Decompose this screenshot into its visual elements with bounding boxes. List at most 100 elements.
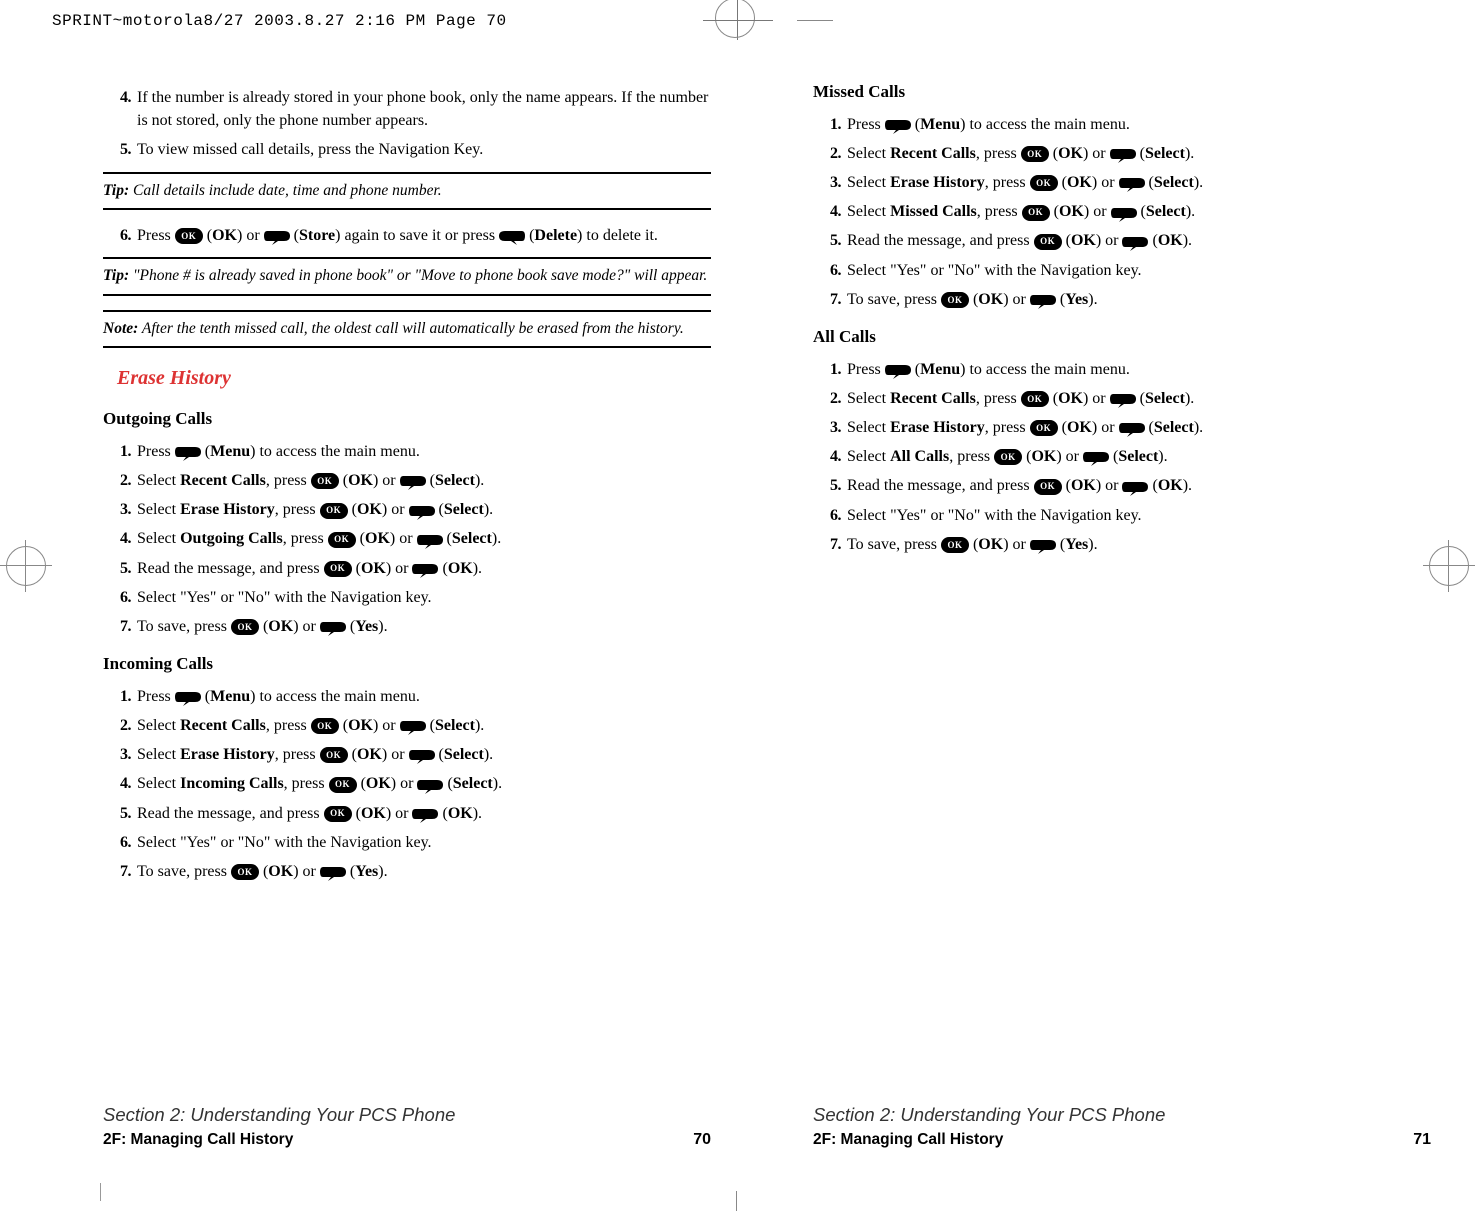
left-softkey-icon [400,472,426,490]
ok-icon: OK [324,561,352,577]
list-item: 3Select Erase History, press OK (OK) or … [103,743,711,766]
list-item: 1Press (Menu) to access the main menu. [813,358,1421,381]
steps-all: 1Press (Menu) to access the main menu. 2… [813,358,1421,556]
left-softkey-icon [409,502,435,520]
list-item: 5Read the message, and press OK (OK) or … [813,229,1421,252]
left-softkey-icon [1030,536,1056,554]
list-item: 6Select "Yes" or "No" with the Navigatio… [103,831,711,854]
ok-icon: OK [328,532,356,548]
left-softkey-icon [1119,419,1145,437]
tip-text: Call details include date, time and phon… [129,182,442,199]
list-item: 6Select "Yes" or "No" with the Navigatio… [103,586,711,609]
list-item: 2Select Recent Calls, press OK (OK) or (… [813,387,1421,410]
ok-icon: OK [311,718,339,734]
page-left: 4 If the number is already stored in you… [95,80,735,1151]
left-softkey-icon [1122,233,1148,251]
list-item: 2Select Recent Calls, press OK (OK) or (… [813,142,1421,165]
list-item: 7To save, press OK (OK) or (Yes). [103,860,711,883]
ok-icon: OK [941,537,969,553]
subhead-incoming: Incoming Calls [103,652,711,677]
step-text: If the number is already stored in your … [137,86,711,132]
list-item: 4Select Missed Calls, press OK (OK) or (… [813,200,1421,223]
page-footer: Section 2: Understanding Your PCS Phone … [813,1103,1431,1151]
page-number: 71 [1413,1129,1431,1151]
ok-icon: OK [941,292,969,308]
steps-outgoing: 1Press (Menu) to access the main menu. 2… [103,440,711,638]
register-mark-left [0,540,52,592]
steps-missed: 1Press (Menu) to access the main menu. 2… [813,113,1421,311]
left-softkey-icon [417,776,443,794]
list-item: 4Select Incoming Calls, press OK (OK) or… [103,772,711,795]
tip-label: Tip: [103,267,129,284]
ok-icon: OK [1021,391,1049,407]
list-item: 2Select Recent Calls, press OK (OK) or (… [103,714,711,737]
left-softkey-icon [1110,390,1136,408]
list-item: 5 To view missed call details, press the… [103,138,711,161]
list-item: 7To save, press OK (OK) or (Yes). [103,615,711,638]
list-item: 1Press (Menu) to access the main menu. [103,440,711,463]
left-softkey-icon [320,618,346,636]
ok-icon: OK [1034,234,1062,250]
footer-section: Section 2: Understanding Your PCS Phone [103,1103,455,1128]
left-softkey-icon [412,560,438,578]
tip-label: Tip: [103,182,129,199]
left-softkey-icon [1119,174,1145,192]
left-softkey-icon [400,717,426,735]
left-softkey-icon [320,863,346,881]
list-item: 6Select "Yes" or "No" with the Navigatio… [813,259,1421,282]
subhead-missed: Missed Calls [813,80,1421,105]
tip-block: Tip: Call details include date, time and… [103,172,711,210]
list-item: 4Select Outgoing Calls, press OK (OK) or… [103,527,711,550]
list-item: 3Select Erase History, press OK (OK) or … [813,171,1421,194]
list-item: 5Read the message, and press OK (OK) or … [103,557,711,580]
list-item: 5Read the message, and press OK (OK) or … [813,474,1421,497]
list-item: 3Select Erase History, press OK (OK) or … [103,498,711,521]
list-item: 2Select Recent Calls, press OK (OK) or (… [103,469,711,492]
left-softkey-icon [264,227,290,245]
footer-subsection: 2F: Managing Call History [813,1130,1165,1151]
list-item: 7To save, press OK (OK) or (Yes). [813,533,1421,556]
step-number: 4 [103,86,137,109]
list-item: 7To save, press OK (OK) or (Yes). [813,288,1421,311]
footer-subsection: 2F: Managing Call History [103,1130,455,1151]
right-softkey-icon [499,227,525,245]
list-item: 1Press (Menu) to access the main menu. [103,685,711,708]
list-item: 1Press (Menu) to access the main menu. [813,113,1421,136]
page-footer: Section 2: Understanding Your PCS Phone … [103,1103,711,1151]
left-softkey-icon [885,116,911,134]
page-right: Missed Calls 1Press (Menu) to access the… [783,80,1445,1151]
list-item: 5Read the message, and press OK (OK) or … [103,802,711,825]
left-softkey-icon [175,688,201,706]
continued-steps-2: 6 Press OK (OK) or (Store) again to save… [103,224,711,247]
step-text: Press OK (OK) or (Store) again to save i… [137,224,711,247]
tip-block: Tip: "Phone # is already saved in phone … [103,257,711,295]
ok-icon: OK [1034,479,1062,495]
list-item: 6Select "Yes" or "No" with the Navigatio… [813,504,1421,527]
ok-icon: OK [1030,420,1058,436]
continued-steps: 4 If the number is already stored in you… [103,86,711,162]
step-text: To view missed call details, press the N… [137,138,711,161]
ok-icon: OK [1030,175,1058,191]
register-mark-top [703,0,773,40]
steps-incoming: 1Press (Menu) to access the main menu. 2… [103,685,711,883]
crop-mark [100,1183,101,1201]
ok-icon: OK [320,747,348,763]
ok-icon: OK [994,449,1022,465]
print-slug: SPRINT~motorola8/27 2003.8.27 2:16 PM Pa… [52,12,507,30]
list-item: 4 If the number is already stored in you… [103,86,711,132]
left-softkey-icon [409,746,435,764]
ok-icon: OK [1022,205,1050,221]
ok-icon: OK [311,473,339,489]
tip-text: "Phone # is already saved in phone book"… [129,267,707,284]
step-number: 6 [103,224,137,247]
section-heading-erase-history: Erase History [117,364,711,393]
left-softkey-icon [417,531,443,549]
ok-icon: OK [231,619,259,635]
ok-icon: OK [324,806,352,822]
left-softkey-icon [175,443,201,461]
note-block: Note: After the tenth missed call, the o… [103,310,711,348]
left-softkey-icon [1110,145,1136,163]
left-softkey-icon [1122,478,1148,496]
left-softkey-icon [885,361,911,379]
list-item: 3Select Erase History, press OK (OK) or … [813,416,1421,439]
